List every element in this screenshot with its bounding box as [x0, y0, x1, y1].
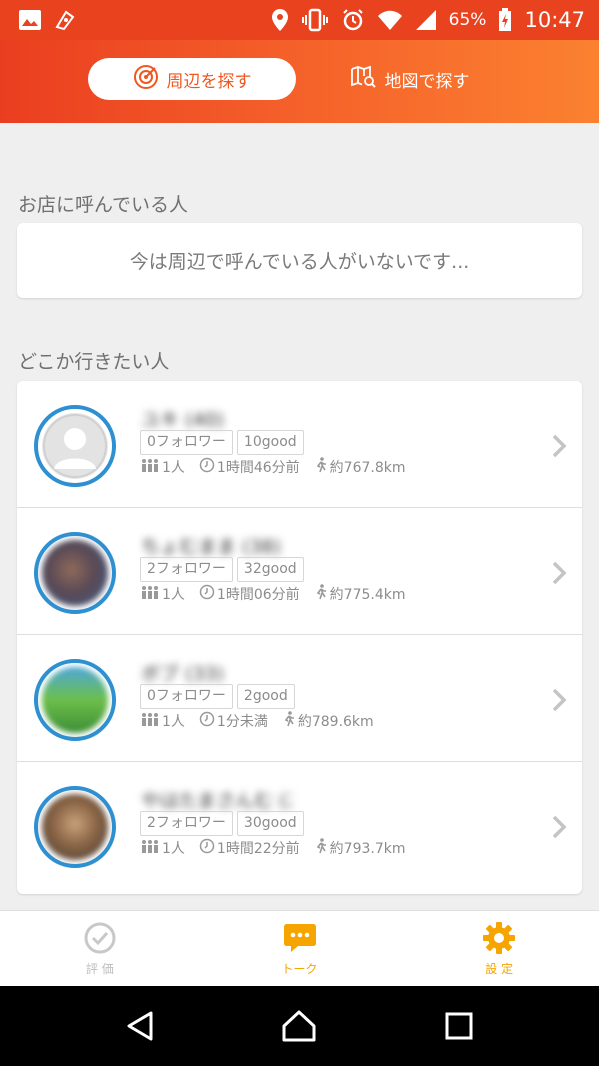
distance: 約775.4km [329, 587, 406, 603]
alarm-icon [341, 8, 365, 32]
tab-map[interactable]: 地図で探す [340, 58, 480, 100]
nav-settings-label: 設 定 [485, 961, 514, 976]
check-circle-icon [83, 921, 117, 958]
people-count: 1人 [162, 714, 185, 730]
nav-eval-label: 評 価 [85, 961, 114, 976]
clock-icon [199, 711, 215, 731]
tab-map-label: 地図で探す [384, 71, 470, 92]
calling-section-title: お店に呼んでいる人 [18, 194, 189, 216]
person-name: やはたまさんむ (27) [141, 790, 291, 812]
person-row[interactable]: ボブ (33) 0フォロワー 2good 1人 1分未満 約789.6km [17, 635, 582, 762]
elapsed-time: 1時間06分前 [216, 587, 300, 603]
person-row[interactable]: やはたまさんむ (27) 2フォロワー 30good 1人 1時間22分前 約7… [17, 762, 582, 889]
elapsed-time: 1時間46分前 [216, 460, 300, 476]
followers-tag: 0フォロワー [140, 430, 233, 455]
good-tag: 2good [236, 684, 295, 709]
group-icon [140, 839, 160, 857]
walking-icon [314, 457, 328, 477]
radar-icon [133, 64, 159, 95]
person-name: ユキ (40) [141, 409, 225, 431]
empty-state-card: 今は周辺で呼んでいる人がいないです... [17, 223, 582, 298]
wanting-section-title: どこか行きたい人 [18, 351, 170, 373]
home-button[interactable] [269, 996, 329, 1056]
distance: 約793.7km [329, 841, 406, 857]
signal-icon [415, 9, 437, 31]
back-button[interactable] [110, 996, 170, 1056]
chevron-right-icon [550, 687, 568, 717]
followers-tag: 2フォロワー [140, 811, 233, 836]
person-row[interactable]: ユキ (40) 0フォロワー 10good 1人 1時間46分前 約767.8k… [17, 381, 582, 508]
avatar [34, 659, 116, 741]
distance: 約767.8km [329, 460, 406, 476]
location-icon [271, 8, 289, 32]
screen: 65% 10:47 周辺を探す 地図で探す お店に呼んでいる人 今は周辺で呼んで… [0, 0, 599, 1066]
battery-icon [498, 8, 512, 32]
nav-eval[interactable]: 評 価 [0, 911, 200, 986]
tab-nearby[interactable]: 周辺を探す [88, 58, 296, 100]
followers-tag: 0フォロワー [140, 684, 233, 709]
person-name: ボブ (33) [141, 663, 225, 685]
walking-icon [314, 838, 328, 858]
recents-button[interactable] [429, 996, 489, 1056]
clock-icon [199, 838, 215, 858]
chat-bubble-icon [282, 921, 318, 958]
people-count: 1人 [162, 460, 185, 476]
walking-icon [282, 711, 296, 731]
vibrate-icon [301, 8, 329, 32]
system-nav-bar [0, 986, 599, 1066]
tab-nearby-label: 周辺を探す [166, 71, 252, 92]
nav-settings[interactable]: 設 定 [399, 911, 599, 986]
nav-talk-label: トーク [281, 961, 318, 976]
good-tag: 10good [236, 430, 304, 455]
chevron-right-icon [550, 560, 568, 590]
group-icon [140, 712, 160, 730]
wifi-icon [377, 9, 403, 31]
elapsed-time: 1分未満 [216, 714, 268, 730]
battery-percent: 65% [448, 10, 487, 30]
good-tag: 32good [236, 557, 304, 582]
nav-talk[interactable]: トーク [200, 911, 400, 986]
people-list: ユキ (40) 0フォロワー 10good 1人 1時間46分前 約767.8k… [17, 381, 582, 894]
chevron-right-icon [550, 814, 568, 844]
group-icon [140, 585, 160, 603]
people-count: 1人 [162, 841, 185, 857]
empty-state-text: 今は周辺で呼んでいる人がいないです... [129, 251, 470, 273]
distance: 約789.6km [297, 714, 374, 730]
avatar [34, 786, 116, 868]
map-search-icon [350, 65, 377, 94]
gear-icon [482, 921, 516, 958]
clock-icon [199, 457, 215, 477]
avatar [34, 405, 116, 487]
good-tag: 30good [236, 811, 304, 836]
chevron-right-icon [550, 433, 568, 463]
person-name: ちょむまま (38) [141, 536, 282, 558]
clock: 10:47 [524, 8, 585, 32]
person-row[interactable]: ちょむまま (38) 2フォロワー 32good 1人 1時間06分前 約775… [17, 508, 582, 635]
avatar [34, 532, 116, 614]
header: 周辺を探す 地図で探す [0, 40, 599, 123]
people-count: 1人 [162, 587, 185, 603]
followers-tag: 2フォロワー [140, 557, 233, 582]
app-notification-icon [54, 9, 76, 31]
elapsed-time: 1時間22分前 [216, 841, 300, 857]
gallery-icon [18, 9, 42, 31]
bottom-nav: 評 価 トーク 設 定 [0, 910, 599, 986]
group-icon [140, 458, 160, 476]
status-bar: 65% 10:47 [0, 0, 599, 40]
clock-icon [199, 584, 215, 604]
walking-icon [314, 584, 328, 604]
